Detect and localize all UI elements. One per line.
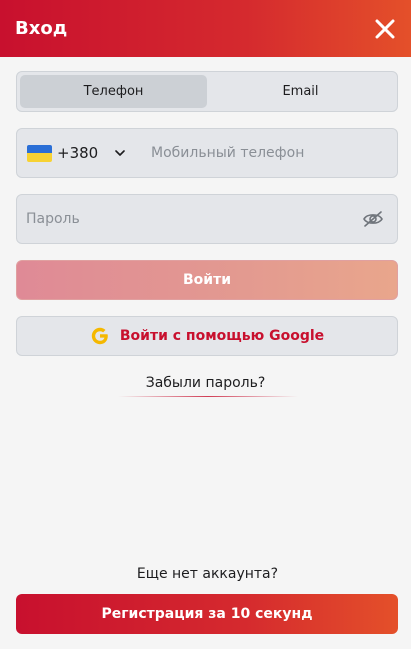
tab-email[interactable]: Email: [207, 75, 394, 108]
login-button[interactable]: Войти: [16, 260, 398, 300]
phone-field: +380: [16, 128, 398, 178]
no-account-text: Еще нет аккаунта?: [136, 566, 279, 582]
tab-phone[interactable]: Телефон: [20, 75, 207, 108]
password-input[interactable]: [17, 195, 355, 243]
login-method-tabs: Телефон Email: [16, 71, 398, 112]
country-code-select[interactable]: +380: [17, 129, 141, 177]
forgot-password-link[interactable]: Забыли пароль?: [0, 375, 411, 391]
country-code: +380: [57, 144, 99, 162]
chevron-down-icon: [115, 150, 126, 156]
google-button-label: Войти с помощью Google: [119, 328, 325, 344]
modal-header: Вход: [0, 0, 411, 57]
forgot-underline: [118, 396, 298, 397]
modal-title: Вход: [15, 18, 68, 39]
close-icon[interactable]: [373, 17, 397, 41]
google-icon: [90, 326, 110, 346]
phone-input[interactable]: [141, 129, 397, 177]
password-field: [16, 194, 398, 244]
google-login-button[interactable]: Войти с помощью Google: [16, 316, 398, 356]
ukraine-flag-icon: [27, 144, 52, 162]
register-button[interactable]: Регистрация за 10 секунд: [16, 594, 398, 634]
eye-off-icon[interactable]: [355, 210, 391, 228]
